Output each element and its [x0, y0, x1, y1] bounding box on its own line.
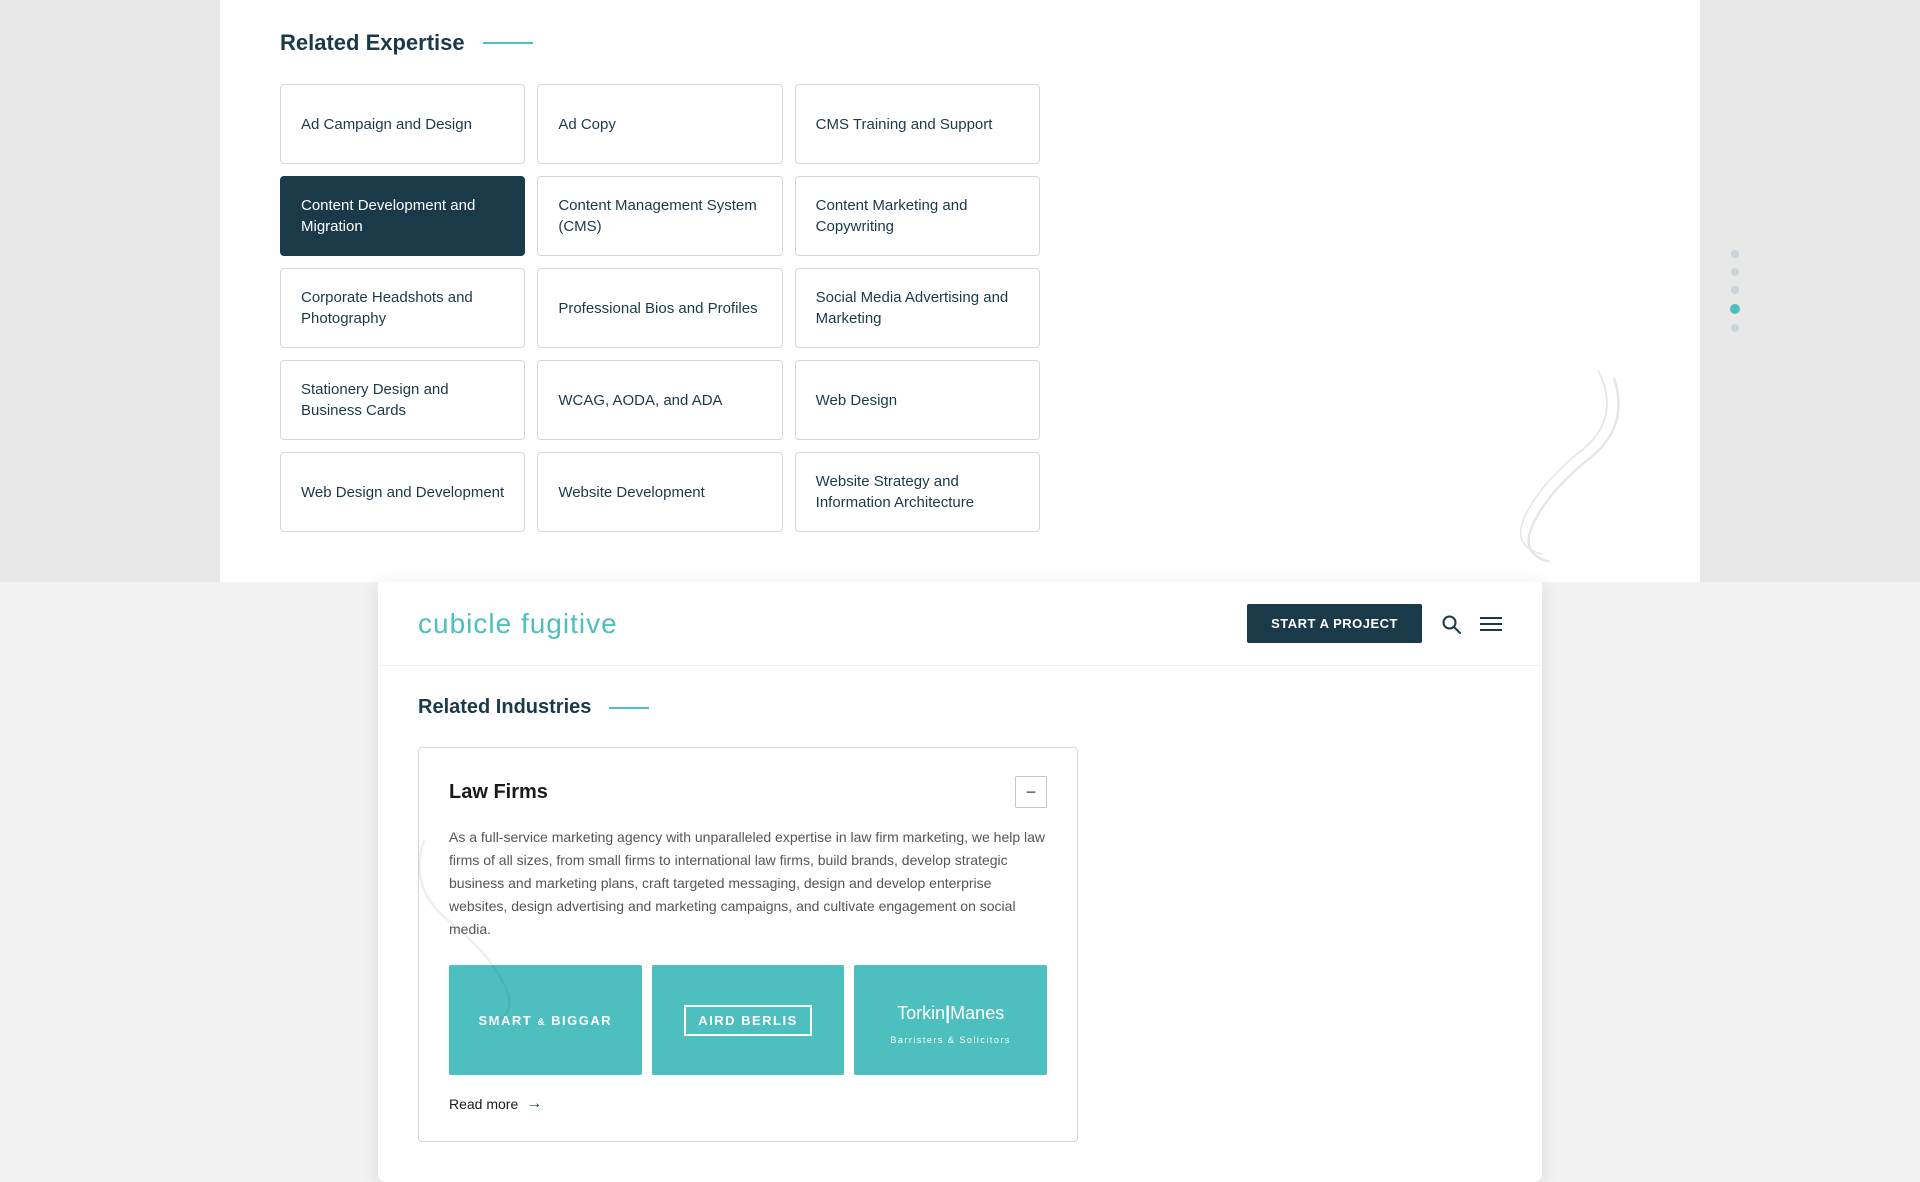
expertise-grid: Ad Campaign and DesignAd CopyCMS Trainin…	[280, 84, 1040, 532]
logo-tile-torkin-manes[interactable]: Torkin|Manes Barristers & Solicitors	[854, 965, 1047, 1075]
scroll-dot-top-4[interactable]	[1731, 324, 1739, 332]
scroll-dot-top-1[interactable]	[1731, 268, 1739, 276]
start-project-button[interactable]: START A PROJECT	[1247, 604, 1422, 643]
expertise-card-corp-headshots[interactable]: Corporate Headshots and Photography	[280, 268, 525, 348]
expertise-card-wcag[interactable]: WCAG, AODA, and ADA	[537, 360, 782, 440]
expertise-card-prof-bios[interactable]: Professional Bios and Profiles	[537, 268, 782, 348]
browser-frame: cubicle fugitive START A PROJECT	[378, 582, 1542, 1182]
nav-right: START A PROJECT	[1247, 604, 1502, 643]
top-section: Related Expertise Ad Campaign and Design…	[220, 0, 1700, 582]
expertise-card-web-design[interactable]: Web Design	[795, 360, 1040, 440]
read-more-link[interactable]: Read more →	[449, 1095, 1047, 1113]
logo-tile-aird-berlis[interactable]: AIRD BERLIS	[652, 965, 845, 1075]
expertise-card-cms-training[interactable]: CMS Training and Support	[795, 84, 1040, 164]
search-icon[interactable]	[1440, 613, 1462, 635]
swirl-decoration	[1460, 362, 1640, 562]
nav-bar: cubicle fugitive START A PROJECT	[378, 582, 1542, 666]
expertise-card-stationery[interactable]: Stationery Design and Business Cards	[280, 360, 525, 440]
expertise-card-content-mgmt[interactable]: Content Management System (CMS)	[537, 176, 782, 256]
scroll-dot-top-3[interactable]	[1730, 304, 1740, 314]
logo-tile-smart-biggar[interactable]: SMART & BIGGAR	[449, 965, 642, 1075]
logo-torkin-manes: Torkin|Manes	[889, 995, 1012, 1032]
scroll-dot-top-2[interactable]	[1731, 286, 1739, 294]
accordion-title: Law Firms	[449, 781, 548, 804]
logo-torkin-sub: Barristers & Solicitors	[889, 1035, 1012, 1045]
logo-aird-berlis: AIRD BERLIS	[684, 1005, 812, 1036]
scroll-dots-top	[1730, 250, 1740, 332]
logo-grid: SMART & BIGGAR AIRD BERLIS Torkin|Manes …	[449, 965, 1047, 1075]
read-more-arrow-icon: →	[526, 1095, 542, 1113]
expertise-card-social-media[interactable]: Social Media Advertising and Marketing	[795, 268, 1040, 348]
content-area: Related Industries Law Firms − As a full…	[378, 666, 1542, 1182]
expertise-card-website-dev[interactable]: Website Development	[537, 452, 782, 532]
expertise-card-content-mktg[interactable]: Content Marketing and Copywriting	[795, 176, 1040, 256]
expertise-card-web-dev[interactable]: Web Design and Development	[280, 452, 525, 532]
accordion-toggle-button[interactable]: −	[1015, 776, 1047, 808]
related-industries-title: Related Industries	[418, 696, 1502, 719]
logo-smart-biggar: SMART & BIGGAR	[470, 1005, 620, 1036]
site-logo: cubicle fugitive	[418, 608, 618, 640]
related-expertise-title: Related Expertise	[280, 30, 1660, 56]
bottom-section: cubicle fugitive START A PROJECT	[0, 582, 1920, 1182]
expertise-card-content-dev[interactable]: Content Development and Migration	[280, 176, 525, 256]
accordion-body: As a full-service marketing agency with …	[449, 826, 1047, 941]
menu-icon[interactable]	[1480, 613, 1502, 635]
expertise-card-website-strategy[interactable]: Website Strategy and Information Archite…	[795, 452, 1040, 532]
accordion-header: Law Firms −	[449, 776, 1047, 808]
read-more-text: Read more	[449, 1096, 518, 1112]
expertise-card-ad-campaign[interactable]: Ad Campaign and Design	[280, 84, 525, 164]
expertise-card-ad-copy[interactable]: Ad Copy	[537, 84, 782, 164]
scroll-dot-top-0[interactable]	[1731, 250, 1739, 258]
accordion-card: Law Firms − As a full-service marketing …	[418, 747, 1078, 1142]
